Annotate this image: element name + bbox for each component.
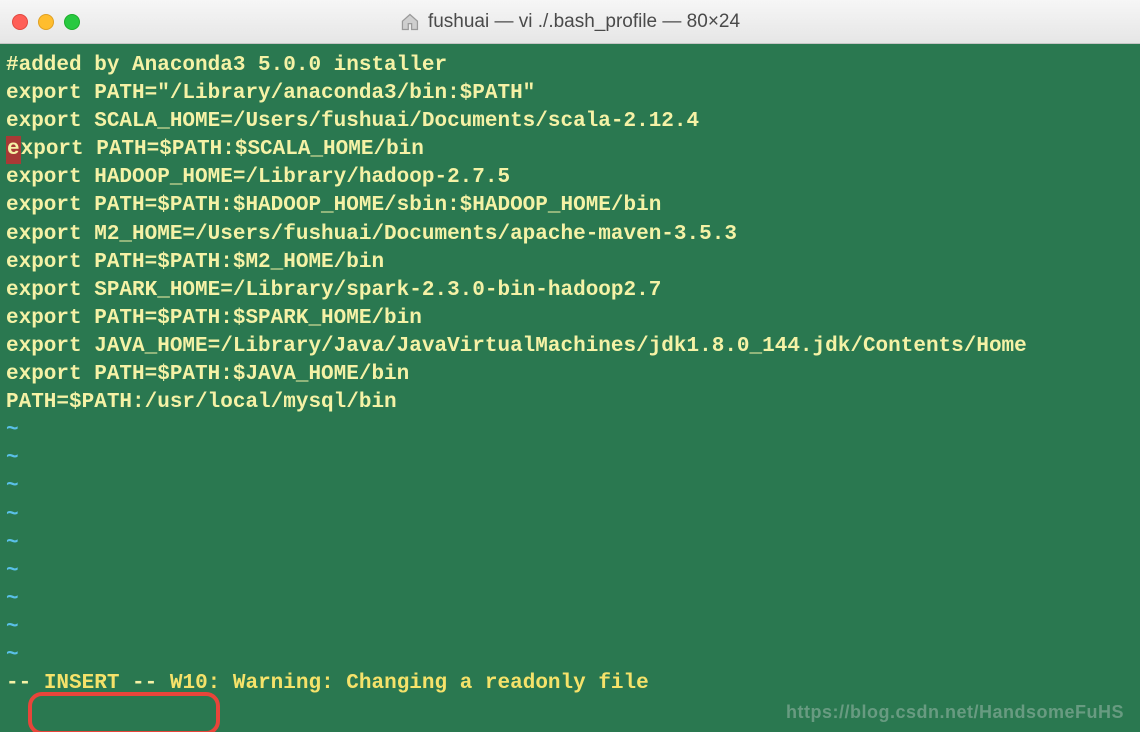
terminal-window: fushuai — vi ./.bash_profile — 80×24 #ad… [0, 0, 1140, 732]
watermark: https://blog.csdn.net/HandsomeFuHS [786, 698, 1124, 726]
empty-line-marker: ~ [6, 642, 1134, 670]
terminal-line: PATH=$PATH:/usr/local/mysql/bin [6, 389, 1134, 417]
cursor: e [6, 136, 21, 164]
terminal-line: export HADOOP_HOME=/Library/hadoop-2.7.5 [6, 164, 1134, 192]
terminal-line: export PATH=$PATH:$JAVA_HOME/bin [6, 361, 1134, 389]
traffic-lights [12, 14, 80, 30]
vi-mode: INSERT [44, 670, 120, 698]
vi-status-bar: -- INSERT -- W10: Warning: Changing a re… [6, 670, 1134, 698]
terminal-line: export PATH="/Library/anaconda3/bin:$PAT… [6, 80, 1134, 108]
terminal-line: export PATH=$PATH:$SPARK_HOME/bin [6, 305, 1134, 333]
terminal-body[interactable]: #added by Anaconda3 5.0.0 installerexpor… [0, 44, 1140, 732]
vi-warning: W10: Warning: Changing a readonly file [170, 670, 649, 698]
empty-line-marker: ~ [6, 445, 1134, 473]
close-button[interactable] [12, 14, 28, 30]
terminal-line: export PATH=$PATH:$M2_HOME/bin [6, 249, 1134, 277]
empty-line-marker: ~ [6, 614, 1134, 642]
empty-line-marker: ~ [6, 502, 1134, 530]
terminal-line: #added by Anaconda3 5.0.0 installer [6, 52, 1134, 80]
home-icon [400, 12, 420, 32]
titlebar[interactable]: fushuai — vi ./.bash_profile — 80×24 [0, 0, 1140, 44]
terminal-line: export M2_HOME=/Users/fushuai/Documents/… [6, 221, 1134, 249]
terminal-line: export PATH=$PATH:$SCALA_HOME/bin [6, 136, 1134, 164]
status-prefix: -- [6, 670, 44, 698]
status-suffix: -- [119, 670, 169, 698]
empty-line-marker: ~ [6, 530, 1134, 558]
terminal-line: export SPARK_HOME=/Library/spark-2.3.0-b… [6, 277, 1134, 305]
terminal-line: export JAVA_HOME=/Library/Java/JavaVirtu… [6, 333, 1134, 361]
maximize-button[interactable] [64, 14, 80, 30]
empty-line-marker: ~ [6, 558, 1134, 586]
window-title: fushuai — vi ./.bash_profile — 80×24 [428, 11, 740, 33]
terminal-line: export SCALA_HOME=/Users/fushuai/Documen… [6, 108, 1134, 136]
terminal-line: export PATH=$PATH:$HADOOP_HOME/sbin:$HAD… [6, 192, 1134, 220]
empty-line-marker: ~ [6, 417, 1134, 445]
minimize-button[interactable] [38, 14, 54, 30]
empty-line-marker: ~ [6, 473, 1134, 501]
empty-line-marker: ~ [6, 586, 1134, 614]
window-title-wrap: fushuai — vi ./.bash_profile — 80×24 [400, 11, 740, 33]
